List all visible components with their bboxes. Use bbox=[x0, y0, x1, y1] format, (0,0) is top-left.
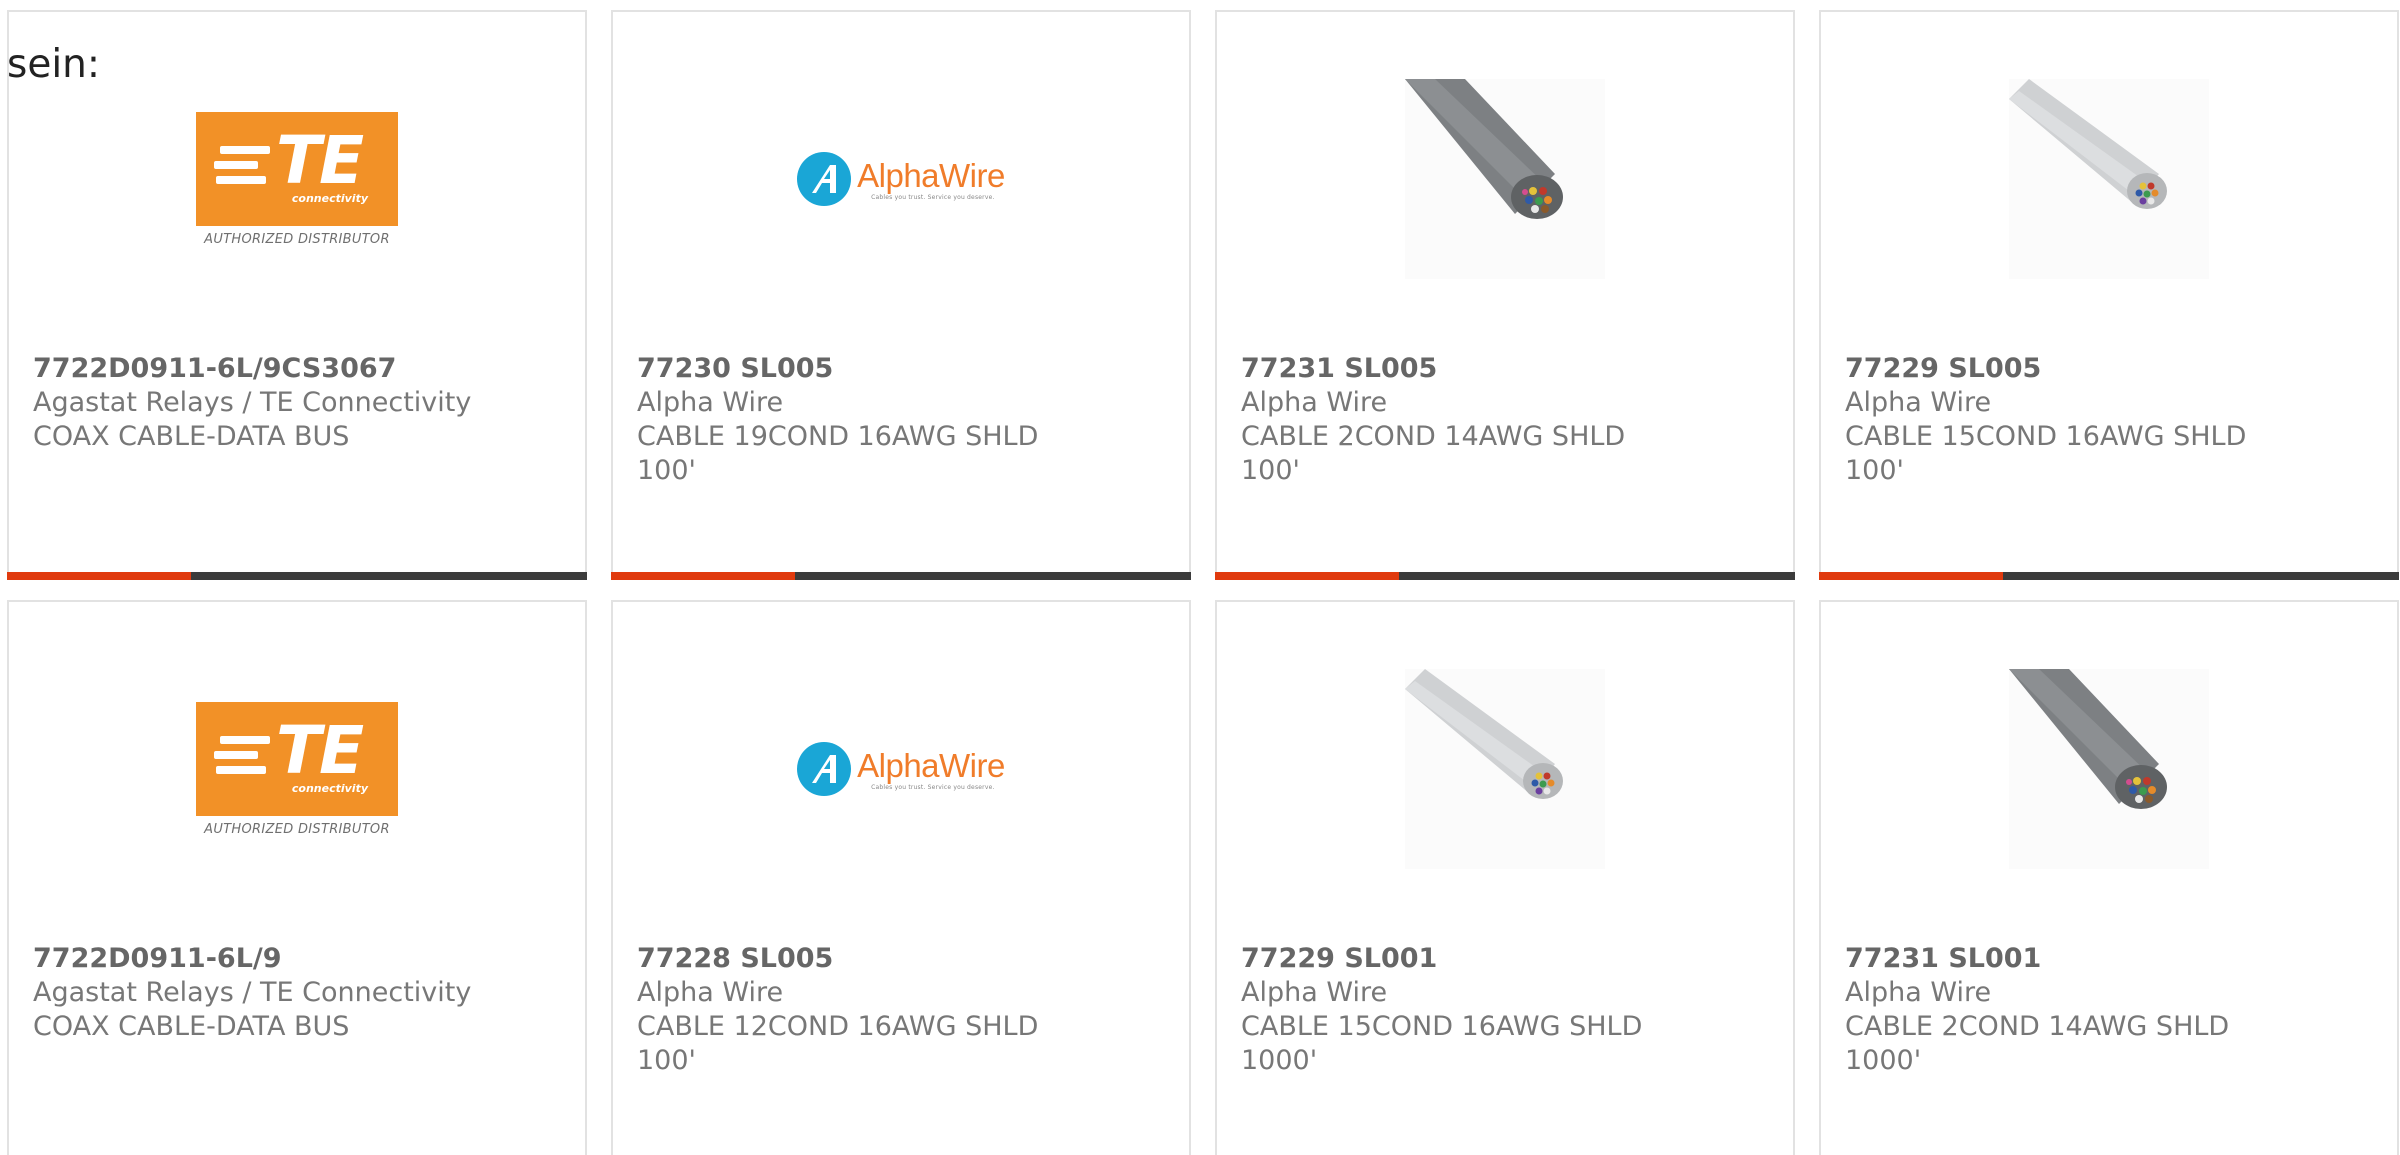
page: sein: TE connectivity AUTHORIZED DISTRIB… bbox=[0, 0, 2400, 1155]
product-info: 77229 SL005 Alpha Wire CABLE 15COND 16AW… bbox=[1845, 352, 2285, 488]
product-card[interactable]: 77231 SL001 Alpha Wire CABLE 2COND 14AWG… bbox=[1819, 600, 2399, 1155]
description: COAX CABLE-DATA BUS bbox=[33, 421, 350, 452]
product-info: 77231 SL001 Alpha Wire CABLE 2COND 14AWG… bbox=[1845, 942, 2285, 1078]
manufacturer: Alpha Wire bbox=[1241, 387, 1388, 418]
manufacturer: Alpha Wire bbox=[637, 387, 784, 418]
alphawire-logo: AlphaWire Cables you trust. Service you … bbox=[797, 152, 1005, 206]
product-info: 77228 SL005 Alpha Wire CABLE 12COND 16AW… bbox=[637, 942, 1077, 1078]
te-connectivity-logo: TE connectivity AUTHORIZED DISTRIBUTOR bbox=[195, 701, 399, 837]
product-image[interactable]: AlphaWire Cables you trust. Service you … bbox=[613, 669, 1189, 869]
product-grid: TE connectivity AUTHORIZED DISTRIBUTOR 7… bbox=[7, 10, 2399, 1155]
description: CABLE 15COND 16AWG SHLD 100' bbox=[1845, 421, 2247, 486]
description: CABLE 2COND 14AWG SHLD 100' bbox=[1241, 421, 1626, 486]
product-image[interactable] bbox=[1217, 669, 1793, 869]
part-number-link[interactable]: 7722D0911-6L/9 bbox=[33, 942, 473, 976]
card-footer-bar bbox=[611, 572, 1191, 580]
part-number-link[interactable]: 77229 SL005 bbox=[1845, 352, 2285, 386]
description: CABLE 2COND 14AWG SHLD 1000' bbox=[1845, 1011, 2230, 1076]
part-number-link[interactable]: 77230 SL005 bbox=[637, 352, 1077, 386]
product-info: 77229 SL001 Alpha Wire CABLE 15COND 16AW… bbox=[1241, 942, 1681, 1078]
part-number-link[interactable]: 7722D0911-6L/9CS3067 bbox=[33, 352, 473, 386]
product-image[interactable] bbox=[1821, 669, 2397, 869]
cable-image bbox=[2009, 669, 2209, 869]
product-info: 7722D0911-6L/9 Agastat Relays / TE Conne… bbox=[33, 942, 473, 1044]
product-info: 7722D0911-6L/9CS3067 Agastat Relays / TE… bbox=[33, 352, 473, 454]
cable-image bbox=[1405, 669, 1605, 869]
product-image[interactable]: AlphaWire Cables you trust. Service you … bbox=[613, 79, 1189, 279]
manufacturer: Alpha Wire bbox=[1845, 977, 1992, 1008]
product-card[interactable]: 77229 SL005 Alpha Wire CABLE 15COND 16AW… bbox=[1819, 10, 2399, 580]
product-image[interactable]: TE connectivity AUTHORIZED DISTRIBUTOR bbox=[9, 669, 585, 869]
product-card[interactable]: AlphaWire Cables you trust. Service you … bbox=[611, 600, 1191, 1155]
product-info: 77231 SL005 Alpha Wire CABLE 2COND 14AWG… bbox=[1241, 352, 1681, 488]
part-number-link[interactable]: 77228 SL005 bbox=[637, 942, 1077, 976]
part-number-link[interactable]: 77229 SL001 bbox=[1241, 942, 1681, 976]
product-image[interactable] bbox=[1821, 79, 2397, 279]
product-image[interactable]: TE connectivity AUTHORIZED DISTRIBUTOR bbox=[9, 79, 585, 279]
card-footer-bar bbox=[1215, 572, 1795, 580]
manufacturer: Alpha Wire bbox=[1845, 387, 1992, 418]
cable-image bbox=[2009, 79, 2209, 279]
product-info: 77230 SL005 Alpha Wire CABLE 19COND 16AW… bbox=[637, 352, 1077, 488]
product-card[interactable]: 77231 SL005 Alpha Wire CABLE 2COND 14AWG… bbox=[1215, 10, 1795, 580]
manufacturer: Alpha Wire bbox=[1241, 977, 1388, 1008]
manufacturer: Agastat Relays / TE Connectivity bbox=[33, 387, 472, 418]
manufacturer: Alpha Wire bbox=[637, 977, 784, 1008]
description: CABLE 12COND 16AWG SHLD 100' bbox=[637, 1011, 1039, 1076]
product-card[interactable]: TE connectivity AUTHORIZED DISTRIBUTOR 7… bbox=[7, 600, 587, 1155]
description: CABLE 15COND 16AWG SHLD 1000' bbox=[1241, 1011, 1643, 1076]
product-card[interactable]: AlphaWire Cables you trust. Service you … bbox=[611, 10, 1191, 580]
te-connectivity-logo: TE connectivity AUTHORIZED DISTRIBUTOR bbox=[195, 111, 399, 247]
product-card[interactable]: TE connectivity AUTHORIZED DISTRIBUTOR 7… bbox=[7, 10, 587, 580]
card-footer-bar bbox=[7, 572, 587, 580]
card-footer-bar bbox=[1819, 572, 2399, 580]
part-number-link[interactable]: 77231 SL005 bbox=[1241, 352, 1681, 386]
alphawire-logo: AlphaWire Cables you trust. Service you … bbox=[797, 742, 1005, 796]
product-image[interactable] bbox=[1217, 79, 1793, 279]
manufacturer: Agastat Relays / TE Connectivity bbox=[33, 977, 472, 1008]
description: COAX CABLE-DATA BUS bbox=[33, 1011, 350, 1042]
cable-image bbox=[1405, 79, 1605, 279]
intro-text: sein: bbox=[7, 42, 101, 87]
product-card[interactable]: 77229 SL001 Alpha Wire CABLE 15COND 16AW… bbox=[1215, 600, 1795, 1155]
description: CABLE 19COND 16AWG SHLD 100' bbox=[637, 421, 1039, 486]
part-number-link[interactable]: 77231 SL001 bbox=[1845, 942, 2285, 976]
